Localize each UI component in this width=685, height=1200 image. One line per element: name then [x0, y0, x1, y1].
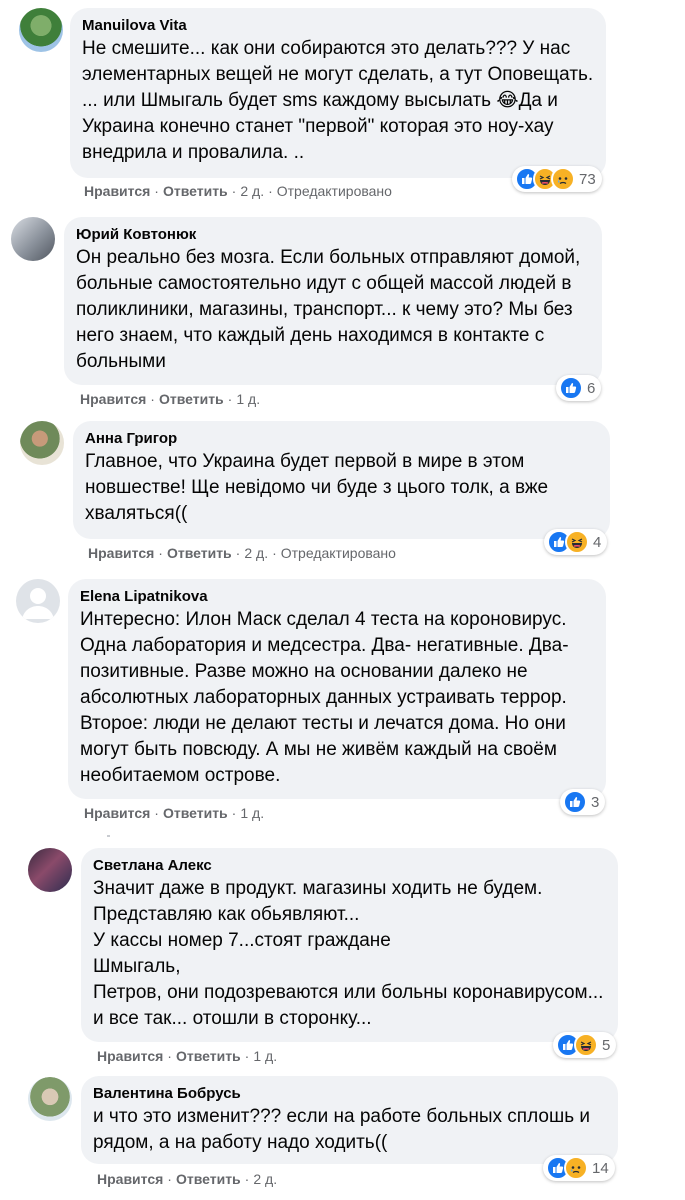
avatar[interactable] [28, 1077, 72, 1121]
reaction-count: 6 [587, 379, 596, 397]
like-link[interactable]: Нравится [84, 805, 150, 821]
comment-bubble: Elena Lipatnikova Интересно: Илон Маск с… [68, 579, 606, 799]
like-icon [563, 790, 587, 814]
separator: · [167, 1048, 172, 1064]
reactions-summary[interactable]: 6 [556, 375, 602, 401]
comment-actions: Нравится · Ответить · 1 д. [84, 804, 264, 822]
separator: · [227, 391, 233, 407]
comment-author[interactable]: Manuilova Vita [82, 16, 594, 36]
reaction-count: 14 [592, 1159, 609, 1177]
like-link[interactable]: Нравится [84, 183, 150, 199]
reaction-count: 3 [591, 793, 600, 811]
comment-bubble: Анна Григор Главное, что Украина будет п… [73, 421, 610, 539]
avatar[interactable] [11, 217, 55, 261]
comment-time[interactable]: 1 д. [236, 391, 260, 407]
like-link[interactable]: Нравится [80, 391, 146, 407]
comment-text: Интересно: Илон Маск сделал 4 теста на к… [80, 609, 569, 786]
comment-text: Он реально без мозга. Если больных отпра… [76, 247, 581, 372]
separator: · [150, 391, 155, 407]
separator: · [268, 183, 273, 199]
reply-link[interactable]: Ответить [176, 1048, 241, 1064]
reactions-summary[interactable]: 3 [560, 789, 606, 815]
comment-bubble: Manuilova Vita Не смешите... как они соб… [70, 8, 606, 178]
comment-text: Не смешите... как они собираются это дел… [82, 38, 594, 163]
default-avatar-icon [22, 588, 54, 619]
comment-bubble: Светлана Алекс Значит даже в продукт. ма… [81, 848, 618, 1042]
reactions-summary[interactable]: 73 [512, 166, 602, 192]
reaction-count: 73 [579, 170, 596, 188]
separator: · [154, 183, 159, 199]
comment-author[interactable]: Анна Григор [85, 429, 598, 449]
reaction-count: 5 [602, 1036, 611, 1054]
comment-actions: Нравится · Ответить · 1 д. [97, 1047, 277, 1065]
comment-author[interactable]: Юрий Ковтонюк [76, 225, 590, 245]
reactions-summary[interactable]: 4 [544, 529, 608, 555]
separator: · [244, 1048, 250, 1064]
avatar[interactable] [16, 579, 60, 623]
like-link[interactable]: Нравится [97, 1171, 163, 1187]
separator: · [272, 545, 277, 561]
sad-icon [551, 167, 575, 191]
comment-actions: Нравится · Ответить · 2 д. · Отредактировано [84, 182, 392, 200]
separator: · [154, 805, 159, 821]
reply-link[interactable]: Ответить [163, 805, 228, 821]
reply-thread-line [107, 835, 110, 837]
separator: · [235, 545, 241, 561]
reactions-summary[interactable]: 5 [553, 1032, 617, 1058]
comment-author[interactable]: Светлана Алекс [93, 856, 606, 876]
avatar[interactable] [19, 8, 63, 52]
comment-time[interactable]: 1 д. [253, 1048, 277, 1064]
comment-author[interactable]: Валентина Бобрусь [93, 1084, 606, 1104]
like-icon [559, 376, 583, 400]
comment-actions: Нравится · Ответить · 2 д. · Отредактировано [88, 544, 396, 562]
reply-link[interactable]: Ответить [167, 545, 232, 561]
comment-bubble: Юрий Ковтонюк Он реально без мозга. Если… [64, 217, 602, 385]
comment-text: Значит даже в продукт. магазины ходить н… [93, 878, 604, 1029]
like-link[interactable]: Нравится [88, 545, 154, 561]
haha-icon [574, 1033, 598, 1057]
reaction-count: 4 [593, 533, 602, 551]
reactions-summary[interactable]: 14 [543, 1155, 615, 1181]
comment-time[interactable]: 2 д. [253, 1171, 277, 1187]
comment-text: и что это изменит??? если на работе боль… [93, 1106, 590, 1153]
comment-time[interactable]: 2 д. [244, 545, 268, 561]
separator: · [244, 1171, 250, 1187]
comment-time[interactable]: 1 д. [240, 805, 264, 821]
reply-link[interactable]: Ответить [176, 1171, 241, 1187]
separator: · [158, 545, 163, 561]
edited-label: Отредактировано [280, 545, 396, 561]
comment-text: Главное, что Украина будет первой в мире… [85, 451, 549, 524]
separator: · [231, 183, 237, 199]
haha-icon [565, 530, 589, 554]
comment-author[interactable]: Elena Lipatnikova [80, 587, 594, 607]
sad-icon [564, 1156, 588, 1180]
comment-actions: Нравится · Ответить · 2 д. [97, 1170, 277, 1188]
comment-actions: Нравится · Ответить · 1 д. [80, 390, 260, 408]
separator: · [231, 805, 237, 821]
edited-label: Отредактировано [276, 183, 392, 199]
like-link[interactable]: Нравится [97, 1048, 163, 1064]
comment-bubble: Валентина Бобрусь и что это изменит??? е… [81, 1076, 618, 1164]
comment-time[interactable]: 2 д. [240, 183, 264, 199]
reply-link[interactable]: Ответить [159, 391, 224, 407]
avatar[interactable] [28, 848, 72, 892]
reply-link[interactable]: Ответить [163, 183, 228, 199]
avatar[interactable] [20, 421, 64, 465]
separator: · [167, 1171, 172, 1187]
